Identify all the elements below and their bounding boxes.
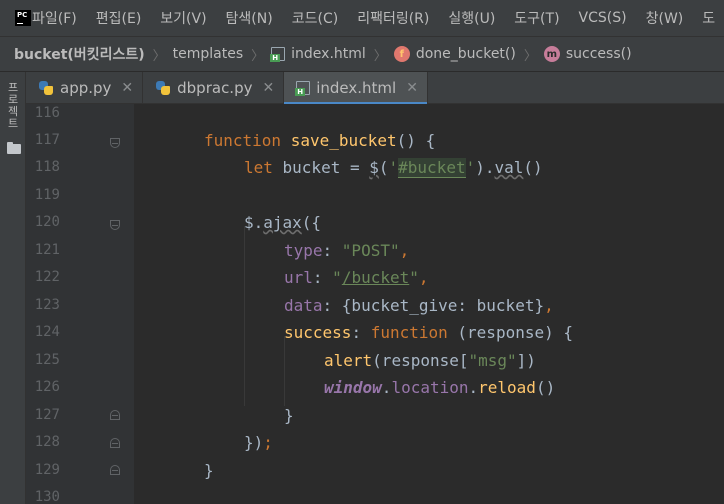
line-number: 127 xyxy=(34,407,60,423)
code-line: let bucket = $('#bucket').val() xyxy=(244,158,543,178)
code-line: type: "POST", xyxy=(284,241,410,260)
fold-end-icon[interactable] xyxy=(110,438,120,448)
chevron-right-icon: 〉 xyxy=(152,48,166,64)
line-number: 123 xyxy=(34,297,60,313)
left-tool-strip: 프 로 젝 트 xyxy=(0,72,26,504)
line-number: 124 xyxy=(34,324,60,340)
breadcrumb-project[interactable]: bucket(버킷리스트) xyxy=(14,44,145,64)
menu-view[interactable]: 보기(V) xyxy=(160,8,206,28)
code-line: data: {bucket_give: bucket}, xyxy=(284,296,554,315)
method-icon: m xyxy=(543,46,560,62)
chevron-right-icon: 〉 xyxy=(251,48,265,64)
function-icon: f xyxy=(393,46,410,62)
folder-icon xyxy=(7,142,21,154)
tab-dbprac-py[interactable]: dbprac.py ✕ xyxy=(143,72,285,104)
close-icon[interactable]: ✕ xyxy=(262,80,274,96)
breadcrumb: bucket(버킷리스트) 〉 templates 〉 H index.html… xyxy=(0,36,724,72)
breadcrumb-file[interactable]: H index.html xyxy=(270,46,366,62)
line-number: 120 xyxy=(34,214,60,230)
breadcrumb-method-label: success() xyxy=(565,46,632,62)
menu-file[interactable]: 파일(F) xyxy=(32,8,77,28)
line-number: 119 xyxy=(34,187,60,203)
code-line: $.ajax({ xyxy=(244,213,322,232)
line-number: 129 xyxy=(34,462,60,478)
menu-bar: PC 파일(F) 편집(E) 보기(V) 탐색(N) 코드(C) 리팩터링(R)… xyxy=(0,0,724,36)
code-line: alert(response["msg"]) xyxy=(324,351,536,370)
breadcrumb-function[interactable]: f done_bucket() xyxy=(393,46,516,62)
editor-gutter: 116 117 118 119 120 121 122 123 124 125 … xyxy=(26,104,134,504)
code-line: }); xyxy=(244,433,273,452)
chevron-right-icon: 〉 xyxy=(373,48,387,64)
html-file-icon: H xyxy=(270,47,286,62)
tab-index-html[interactable]: H index.html ✕ xyxy=(284,72,428,105)
html-file-icon: H xyxy=(295,81,311,96)
line-number: 121 xyxy=(34,242,60,258)
line-number: 126 xyxy=(34,379,60,395)
indent-guide xyxy=(284,336,285,406)
menu-window[interactable]: 창(W) xyxy=(646,8,684,28)
menu-code[interactable]: 코드(C) xyxy=(292,8,338,28)
fold-expanded-icon[interactable] xyxy=(110,220,120,230)
fold-end-icon[interactable] xyxy=(110,410,120,420)
line-number: 118 xyxy=(34,159,60,175)
tab-label: index.html xyxy=(316,79,397,97)
menu-navigate[interactable]: 탐색(N) xyxy=(226,8,273,28)
menu-tools[interactable]: 도구(T) xyxy=(514,8,559,28)
code-line: } xyxy=(204,461,214,480)
close-icon[interactable]: ✕ xyxy=(406,80,418,96)
chevron-right-icon: 〉 xyxy=(523,48,537,64)
indent-guide xyxy=(244,226,245,406)
python-file-icon xyxy=(155,80,171,96)
project-tool-label-char: 트 xyxy=(7,117,19,130)
fold-end-icon[interactable] xyxy=(110,465,120,475)
line-number: 128 xyxy=(34,434,60,450)
code-line: success: function (response) { xyxy=(284,323,573,342)
tab-label: app.py xyxy=(60,79,112,97)
python-file-icon xyxy=(38,80,54,96)
fold-expanded-icon[interactable] xyxy=(110,138,120,148)
tab-app-py[interactable]: app.py ✕ xyxy=(26,72,144,104)
menu-help[interactable]: 도 xyxy=(702,8,715,28)
line-number: 116 xyxy=(34,105,60,121)
editor-tabs: app.py ✕ dbprac.py ✕ H index.html ✕ xyxy=(26,72,724,105)
line-number: 117 xyxy=(34,132,60,148)
breadcrumb-file-label: index.html xyxy=(291,46,366,62)
tab-label: dbprac.py xyxy=(177,79,253,97)
breadcrumb-method[interactable]: m success() xyxy=(543,46,632,62)
code-line: function save_bucket() { xyxy=(204,131,436,150)
code-line: } xyxy=(284,406,294,425)
breadcrumb-folder[interactable]: templates xyxy=(173,46,244,62)
menu-edit[interactable]: 편집(E) xyxy=(96,8,142,28)
code-editor[interactable]: 116 117 118 119 120 121 122 123 124 125 … xyxy=(26,104,724,504)
code-line: url: "/bucket", xyxy=(284,268,429,287)
code-line: window.location.reload() xyxy=(324,378,556,397)
menu-refactor[interactable]: 리팩터링(R) xyxy=(357,8,429,28)
project-tool-button[interactable]: 프 로 젝 트 xyxy=(4,82,22,130)
breadcrumb-function-label: done_bucket() xyxy=(415,46,516,62)
menu-vcs[interactable]: VCS(S) xyxy=(579,10,627,26)
line-number: 125 xyxy=(34,352,60,368)
line-number: 122 xyxy=(34,269,60,285)
close-icon[interactable]: ✕ xyxy=(121,80,133,96)
line-number: 130 xyxy=(34,489,60,504)
menu-run[interactable]: 실행(U) xyxy=(448,8,495,28)
